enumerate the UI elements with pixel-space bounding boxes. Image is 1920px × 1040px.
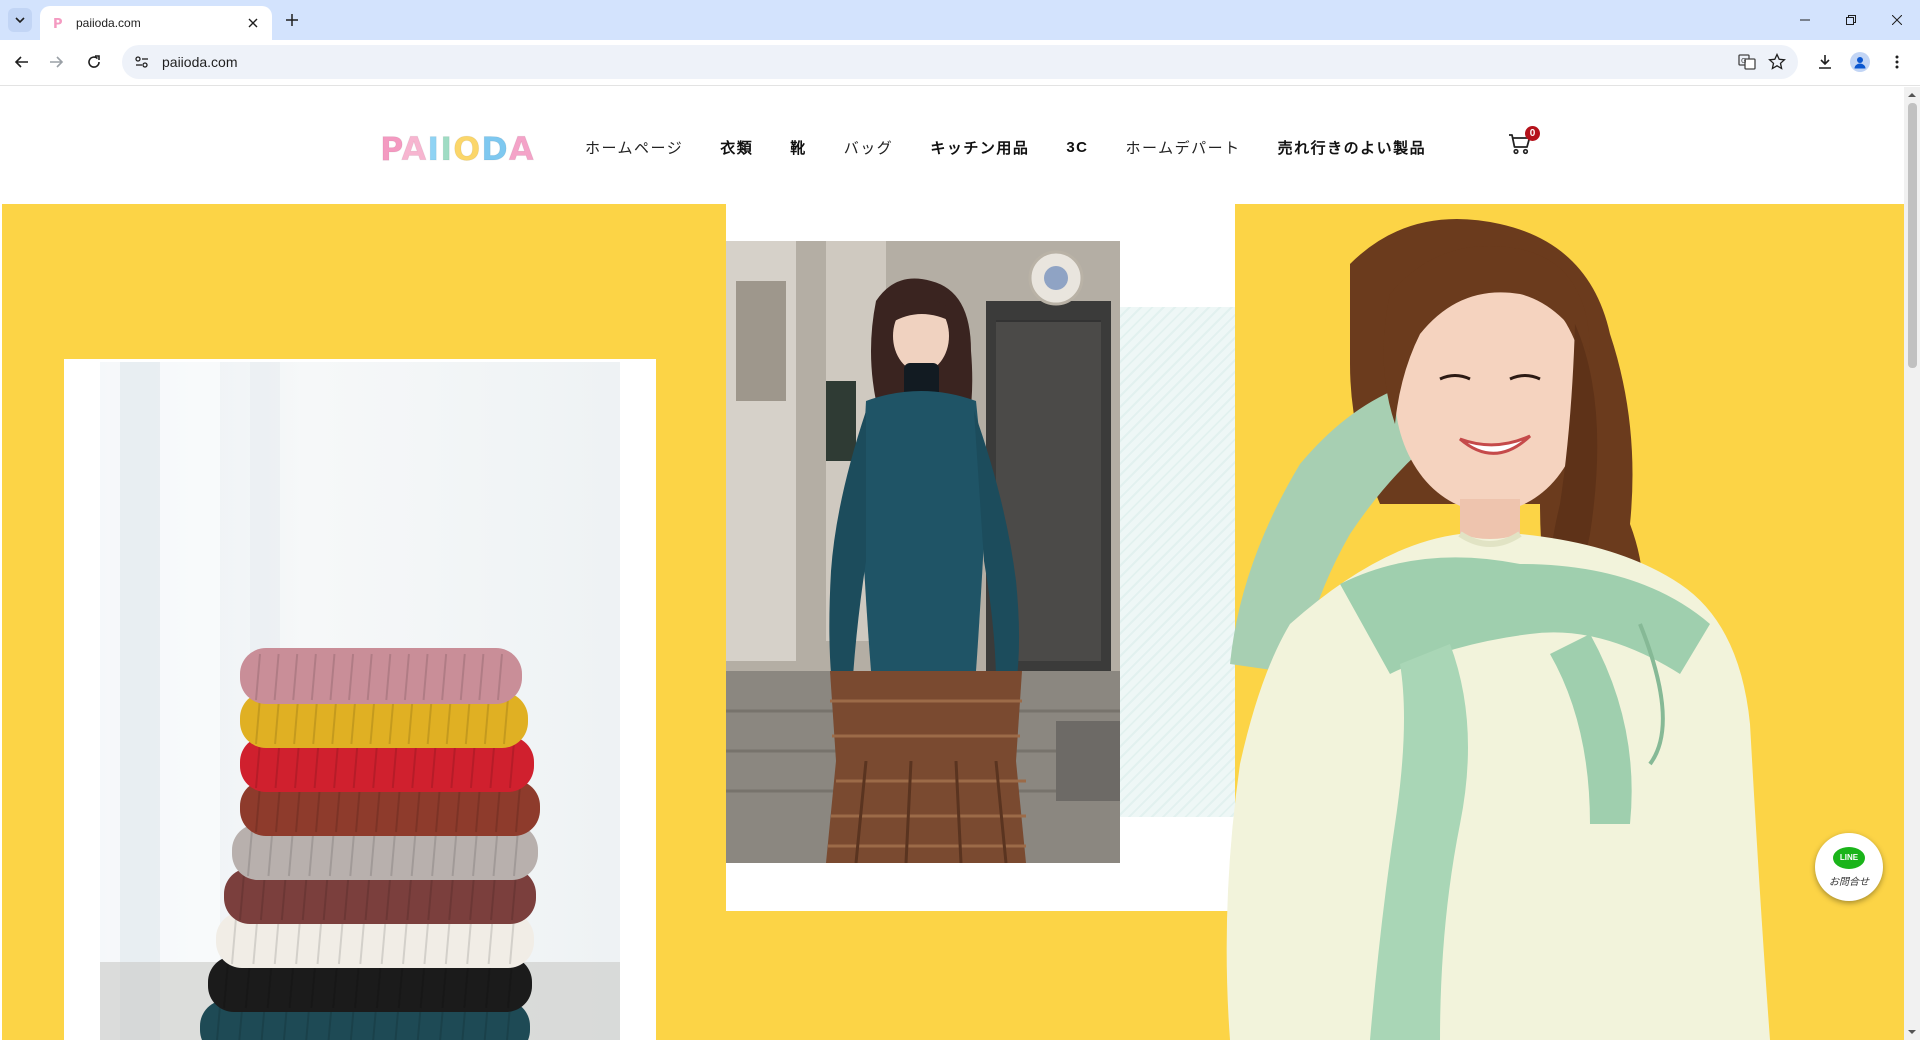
- nav-home[interactable]: ホームページ: [585, 137, 683, 158]
- download-icon: [1819, 55, 1831, 69]
- person-icon: [1854, 57, 1866, 69]
- cart-count-badge: 0: [1525, 126, 1540, 141]
- logo-letter: O: [453, 130, 482, 169]
- close-window-button[interactable]: [1874, 0, 1920, 40]
- line-badge-text: LINE: [1839, 853, 1859, 862]
- model-teal-sweater-image: [726, 241, 1120, 863]
- url-text: paiioda.com: [162, 54, 238, 70]
- line-chat-icon: LINE: [1833, 846, 1865, 869]
- close-icon: [1892, 15, 1902, 25]
- minimize-icon: [1800, 19, 1810, 21]
- site-logo[interactable]: PAIIODA: [380, 130, 535, 169]
- forward-button[interactable]: [41, 47, 71, 77]
- back-button[interactable]: [7, 47, 37, 77]
- line-contact-button[interactable]: LINE お問合せ: [1815, 833, 1883, 901]
- tab-close-icon[interactable]: [244, 14, 262, 32]
- nav-3c[interactable]: 3C: [1066, 139, 1088, 156]
- new-tab-button[interactable]: [280, 8, 304, 32]
- logo-letter: D: [481, 130, 509, 169]
- nav-clothing[interactable]: 衣類: [720, 137, 753, 158]
- logo-letter: I: [427, 130, 441, 169]
- nav-kitchen[interactable]: キッチン用品: [930, 137, 1029, 158]
- logo-letter: I: [440, 130, 454, 169]
- plus-icon: [286, 14, 298, 26]
- reload-button[interactable]: [79, 47, 109, 77]
- browser-tab[interactable]: P paiioda.com: [40, 6, 272, 40]
- scrollbar-thumb[interactable]: [1908, 103, 1917, 368]
- site-header: PAIIODA ホームページ 衣類 靴 バッグ キッチン用品 3C ホームデパー…: [0, 87, 1904, 204]
- restore-icon: [1846, 15, 1856, 25]
- address-bar[interactable]: paiioda.com G: [122, 45, 1798, 79]
- more-vertical-icon: [1895, 55, 1899, 69]
- tab-title: paiioda.com: [76, 16, 141, 30]
- reload-icon: [88, 55, 100, 68]
- translate-icon[interactable]: G: [1732, 47, 1762, 77]
- line-contact-label: お問合せ: [1829, 876, 1869, 888]
- profile-button[interactable]: [1845, 47, 1875, 77]
- site-favicon-icon: P: [50, 15, 66, 31]
- logo-letter: A: [508, 130, 535, 169]
- nav-bags[interactable]: バッグ: [844, 137, 894, 158]
- nav-best-sellers[interactable]: 売れ行きのよい製品: [1278, 137, 1427, 158]
- svg-text:P: P: [53, 17, 63, 30]
- folded-sweater: [240, 648, 522, 704]
- logo-letter: A: [401, 130, 428, 169]
- browser-toolbar: paiioda.com G: [0, 40, 1920, 86]
- scroll-down-icon[interactable]: [1908, 1028, 1916, 1036]
- chevron-down-icon: [15, 17, 25, 24]
- svg-text:G: G: [1741, 57, 1746, 65]
- page-scrollbar[interactable]: [1904, 87, 1920, 1040]
- arrow-right-icon: [50, 56, 64, 68]
- hero-banner[interactable]: [0, 204, 1904, 1040]
- restore-button[interactable]: [1828, 0, 1874, 40]
- scroll-up-icon[interactable]: [1908, 91, 1916, 99]
- minimize-button[interactable]: [1782, 0, 1828, 40]
- logo-letter: P: [380, 130, 402, 169]
- cart-button[interactable]: 0: [1508, 126, 1540, 160]
- model-cream-sweater-image: [1120, 204, 1904, 1040]
- site-info-icon[interactable]: [128, 48, 156, 76]
- tab-strip: P paiioda.com: [0, 0, 1920, 40]
- bookmark-star-icon[interactable]: [1762, 47, 1792, 77]
- avatar: [1850, 52, 1870, 72]
- sweater-stack-image: [100, 362, 620, 1040]
- nav-home-depot[interactable]: ホームデパート: [1126, 137, 1241, 158]
- web-page: PAIIODA ホームページ 衣類 靴 バッグ キッチン用品 3C ホームデパー…: [0, 87, 1904, 1040]
- downloads-button[interactable]: [1810, 47, 1840, 77]
- browser-menu-button[interactable]: [1882, 47, 1912, 77]
- main-navigation: ホームページ 衣類 靴 バッグ キッチン用品 3C ホームデパート 売れ行きのよ…: [585, 134, 1463, 160]
- arrow-left-icon: [14, 56, 28, 68]
- tab-search-button[interactable]: [8, 8, 32, 32]
- nav-shoes[interactable]: 靴: [790, 137, 807, 158]
